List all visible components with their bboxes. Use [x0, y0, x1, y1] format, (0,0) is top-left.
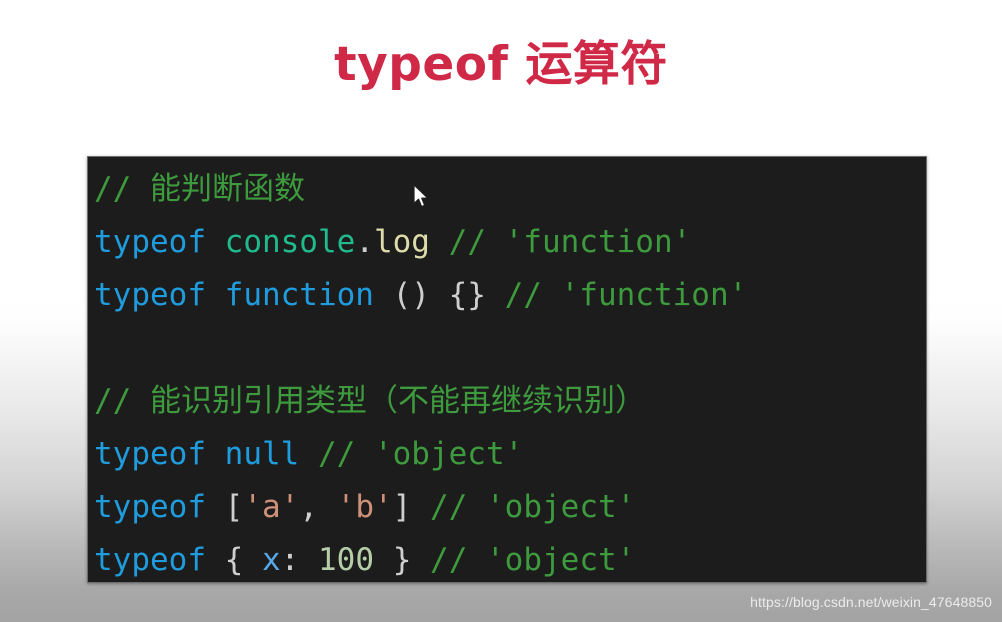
code-token-comment: // 能判断函数 [94, 171, 305, 207]
code-token-keyword: typeof [94, 277, 206, 313]
code-token-punct: { [224, 542, 244, 578]
code-line: typeof console.log // 'function' [94, 216, 747, 269]
code-token-string: 'b' [336, 489, 393, 525]
code-token-object: console [224, 224, 356, 260]
code-line: typeof null // 'object' [94, 428, 747, 481]
code-content: // 能判断函数 typeof console.log // 'function'… [94, 163, 747, 582]
code-token-comment: // 'object' [317, 436, 524, 472]
code-token-punct: [ [224, 489, 244, 525]
code-token-comment: // 'function' [504, 277, 748, 313]
code-token-comment: // 能识别引用类型（不能再继续识别） [94, 383, 646, 419]
code-token-punct: . [355, 224, 374, 260]
code-token-keyword: typeof [94, 542, 206, 578]
code-token-prop: x [262, 542, 281, 578]
code-token-comment: // 'object' [430, 489, 636, 525]
code-line: // 能识别引用类型（不能再继续识别） [94, 375, 747, 428]
page-title: typeof 运算符 [334, 37, 668, 92]
code-token-punct: } [392, 542, 412, 578]
code-line: typeof { x: 100 } // 'object' [94, 534, 747, 582]
slide-canvas: typeof 运算符 // 能判断函数 typeof console.log //… [0, 0, 1002, 622]
code-token-punct: , [299, 489, 318, 525]
code-token-string: 'a' [243, 489, 300, 525]
code-token-punct: ] [392, 489, 412, 525]
code-token-fn: log [373, 224, 430, 260]
code-token-punct: () [392, 277, 430, 313]
code-token-keyword: null [224, 436, 300, 472]
code-line: typeof ['a', 'b'] // 'object' [94, 481, 747, 534]
code-token-keyword: typeof [94, 224, 206, 260]
code-token-keyword: function [224, 277, 374, 313]
code-line: typeof function () {} // 'function' [94, 269, 747, 322]
code-line: // 能判断函数 [94, 163, 747, 216]
code-token-number: 100 [318, 542, 375, 578]
code-token-keyword: typeof [94, 489, 206, 525]
code-token-keyword: typeof [94, 436, 206, 472]
code-block: // 能判断函数 typeof console.log // 'function'… [87, 156, 927, 583]
code-token-comment: // 'function' [448, 224, 692, 260]
code-token-punct: {} [448, 277, 486, 313]
watermark-url: https://blog.csdn.net/weixin_47648850 [750, 594, 992, 610]
code-token-comment: // 'object' [430, 542, 636, 578]
code-token-punct: : [280, 542, 300, 578]
